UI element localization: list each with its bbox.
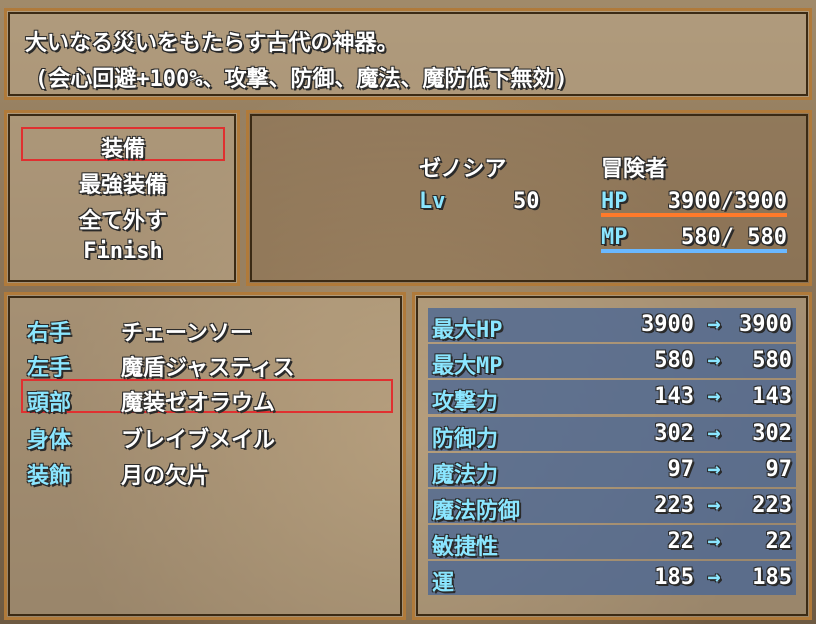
- param-name-max-mp: 最大MP: [432, 354, 503, 379]
- level-label: Lv: [419, 189, 446, 214]
- param-current-agility: 22: [667, 529, 695, 554]
- param-new-agility: 22: [765, 529, 793, 554]
- command-item-clear[interactable]: 全て外す: [21, 203, 225, 235]
- param-arrow-magic-defense: →: [707, 493, 721, 518]
- slot-label-head: 頭部: [27, 391, 72, 416]
- param-arrow-agility: →: [707, 529, 721, 554]
- slot-label-left-hand: 左手: [27, 356, 72, 381]
- param-current-max-mp: 580: [654, 348, 694, 373]
- slot-item-right-hand[interactable]: チェーンソー: [121, 315, 252, 347]
- slot-item-left-hand[interactable]: 魔盾ジャスティス: [121, 350, 295, 382]
- slot-label-accessory: 装飾: [27, 464, 72, 489]
- command-item-equip[interactable]: 装備: [21, 131, 225, 163]
- param-current-magic-defense: 223: [654, 493, 694, 518]
- param-current-attack: 143: [654, 384, 694, 409]
- status-window: ゼノシア 冒険者 Lv 50 HP 3900/3900 MP 580/ 580: [246, 110, 812, 286]
- param-arrow-attack: →: [707, 384, 721, 409]
- equip-slot-window: 右手 チェーンソー 左手 魔盾ジャスティス 頭部 魔装ゼオラウム 身体 ブレイブ…: [4, 292, 406, 620]
- param-new-magic-defense: 223: [752, 493, 792, 518]
- param-current-defense: 302: [654, 421, 694, 446]
- slot-label-body: 身体: [27, 428, 72, 453]
- help-line-1: 大いなる災いをもたらす古代の神器。: [25, 31, 399, 56]
- param-new-magic-attack: 97: [765, 457, 793, 482]
- param-name-attack: 攻撃力: [432, 390, 499, 415]
- param-arrow-max-hp: →: [707, 312, 721, 337]
- param-name-defense: 防御力: [432, 427, 499, 452]
- command-item-optimize[interactable]: 最強装備: [21, 167, 225, 199]
- param-current-luck: 185: [654, 565, 694, 590]
- param-arrow-luck: →: [707, 565, 721, 590]
- slot-item-body[interactable]: ブレイブメイル: [121, 422, 275, 454]
- slot-label-right-hand: 右手: [27, 321, 72, 346]
- command-window: 装備 最強装備 全て外す Finish: [4, 110, 240, 286]
- actor-class: 冒険者: [601, 157, 668, 182]
- actor-name: ゼノシア: [419, 157, 507, 182]
- param-name-max-hp: 最大HP: [432, 318, 503, 343]
- param-current-max-hp: 3900: [641, 312, 694, 337]
- hp-value: 3900/3900: [667, 189, 787, 214]
- hp-label: HP: [601, 189, 628, 214]
- slot-item-accessory[interactable]: 月の欠片: [121, 458, 209, 490]
- param-name-magic-attack: 魔法力: [432, 463, 499, 488]
- param-current-magic-attack: 97: [667, 457, 695, 482]
- param-new-attack: 143: [752, 384, 792, 409]
- param-arrow-defense: →: [707, 421, 721, 446]
- param-new-defense: 302: [752, 421, 792, 446]
- mp-label: MP: [601, 225, 628, 250]
- param-name-agility: 敏捷性: [432, 535, 499, 560]
- param-name-luck: 運: [432, 571, 455, 596]
- mp-gauge: [601, 249, 787, 253]
- param-arrow-max-mp: →: [707, 348, 721, 373]
- param-name-magic-defense: 魔法防御: [432, 499, 521, 524]
- param-new-luck: 185: [752, 565, 792, 590]
- command-item-finish[interactable]: Finish: [21, 239, 225, 264]
- hp-gauge: [601, 213, 787, 217]
- actor-level: 50: [513, 189, 540, 214]
- help-line-2: (会心回避+100%、攻撃、防御、魔法、魔防低下無効): [35, 67, 568, 92]
- param-arrow-magic-attack: →: [707, 457, 721, 482]
- slot-item-head[interactable]: 魔装ゼオラウム: [121, 385, 275, 417]
- help-window: 大いなる災いをもたらす古代の神器。 (会心回避+100%、攻撃、防御、魔法、魔防…: [4, 8, 812, 100]
- param-new-max-hp: 3900: [739, 312, 792, 337]
- param-new-max-mp: 580: [752, 348, 792, 373]
- mp-value: 580/ 580: [681, 225, 787, 250]
